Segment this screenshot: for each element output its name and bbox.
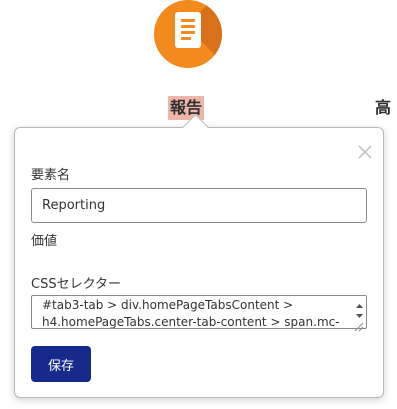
document-icon xyxy=(175,12,201,48)
element-editor-popover: 要素名 価値 CSSセレクター #tab3-tab > div.homePage… xyxy=(14,127,384,398)
resize-grip-icon[interactable] xyxy=(353,317,364,332)
element-name-input[interactable] xyxy=(31,188,367,223)
element-name-label: 要素名 xyxy=(31,168,71,183)
tab-next-label[interactable]: 高 xyxy=(375,96,391,120)
css-selector-textarea[interactable]: #tab3-tab > div.homePageTabsContent > h4… xyxy=(31,295,367,329)
css-selector-label: CSSセレクター xyxy=(31,277,122,292)
doc-line xyxy=(181,25,195,28)
scroll-down-arrow-icon[interactable] xyxy=(353,306,366,318)
save-button[interactable]: 保存 xyxy=(31,346,91,382)
doc-line xyxy=(181,31,195,34)
textarea-scrollbar[interactable] xyxy=(353,296,366,332)
report-icon[interactable] xyxy=(154,0,222,68)
close-icon[interactable] xyxy=(356,143,374,161)
doc-line xyxy=(181,37,191,40)
doc-line xyxy=(181,19,195,22)
value-label: 価値 xyxy=(31,234,58,249)
scroll-up-arrow-icon[interactable] xyxy=(353,296,366,308)
